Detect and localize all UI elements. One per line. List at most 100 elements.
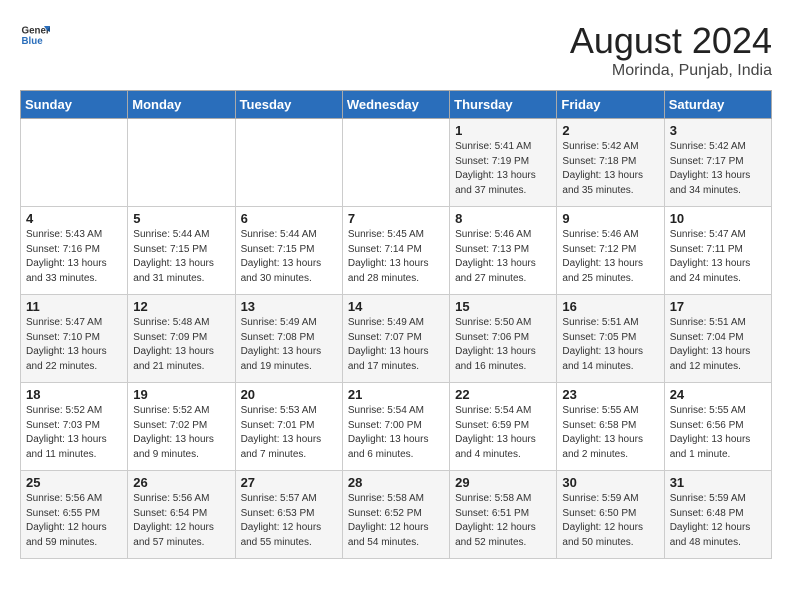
calendar-cell: 8 Sunrise: 5:46 AM Sunset: 7:13 PM Daylig… <box>450 207 557 295</box>
day-number: 8 <box>455 211 551 226</box>
weekday-sunday: Sunday <box>21 91 128 119</box>
page-header: General Blue August 2024 Morinda, Punjab… <box>20 20 772 80</box>
day-number: 29 <box>455 475 551 490</box>
day-number: 23 <box>562 387 658 402</box>
day-number: 24 <box>670 387 766 402</box>
day-number: 1 <box>455 123 551 138</box>
day-number: 10 <box>670 211 766 226</box>
calendar-cell: 13 Sunrise: 5:49 AM Sunset: 7:08 PM Dayli… <box>235 295 342 383</box>
day-number: 14 <box>348 299 444 314</box>
logo-icon: General Blue <box>20 20 50 50</box>
week-row-2: 4Sunrise: 5:43 AM Sunset: 7:16 PM Daylig… <box>21 207 772 295</box>
week-row-3: 11 Sunrise: 5:47 AM Sunset: 7:10 PM Dayli… <box>21 295 772 383</box>
calendar-cell: 28 Sunrise: 5:58 AM Sunset: 6:52 PM Dayli… <box>342 471 449 559</box>
cell-content: Sunrise: 5:52 AM Sunset: 7:03 PM Dayligh… <box>26 404 122 462</box>
cell-content: Sunrise: 5:55 AM Sunset: 6:58 PM Dayligh… <box>562 404 658 462</box>
calendar-cell <box>342 119 449 207</box>
calendar-cell: 14 Sunrise: 5:49 AM Sunset: 7:07 PM Dayli… <box>342 295 449 383</box>
cell-content: Sunrise: 5:44 AM Sunset: 7:15 PM Dayligh… <box>241 228 337 286</box>
day-number: 19 <box>133 387 229 402</box>
cell-content: Sunrise: 5:59 AM Sunset: 6:48 PM Dayligh… <box>670 492 766 550</box>
day-number: 2 <box>562 123 658 138</box>
day-number: 17 <box>670 299 766 314</box>
calendar-cell: 17 Sunrise: 5:51 AM Sunset: 7:04 PM Dayli… <box>664 295 771 383</box>
day-number: 11 <box>26 299 122 314</box>
day-number: 28 <box>348 475 444 490</box>
calendar-cell: 26 Sunrise: 5:56 AM Sunset: 6:54 PM Dayli… <box>128 471 235 559</box>
calendar-cell: 20 Sunrise: 5:53 AM Sunset: 7:01 PM Dayli… <box>235 383 342 471</box>
calendar-cell: 15Sunrise: 5:50 AM Sunset: 7:06 PM Dayli… <box>450 295 557 383</box>
location: Morinda, Punjab, India <box>570 62 772 80</box>
cell-content: Sunrise: 5:46 AM Sunset: 7:12 PM Dayligh… <box>562 228 658 286</box>
cell-content: Sunrise: 5:54 AM Sunset: 7:00 PM Dayligh… <box>348 404 444 462</box>
cell-content: Sunrise: 5:43 AM Sunset: 7:16 PM Dayligh… <box>26 228 122 286</box>
calendar-cell: 23 Sunrise: 5:55 AM Sunset: 6:58 PM Dayli… <box>557 383 664 471</box>
cell-content: Sunrise: 5:51 AM Sunset: 7:05 PM Dayligh… <box>562 316 658 374</box>
calendar-table: SundayMondayTuesdayWednesdayThursdayFrid… <box>20 90 772 559</box>
cell-content: Sunrise: 5:53 AM Sunset: 7:01 PM Dayligh… <box>241 404 337 462</box>
day-number: 6 <box>241 211 337 226</box>
calendar-cell: 9 Sunrise: 5:46 AM Sunset: 7:12 PM Daylig… <box>557 207 664 295</box>
calendar-cell: 2 Sunrise: 5:42 AM Sunset: 7:18 PM Daylig… <box>557 119 664 207</box>
calendar-cell: 22 Sunrise: 5:54 AM Sunset: 6:59 PM Dayli… <box>450 383 557 471</box>
calendar-cell: 1 Sunrise: 5:41 AM Sunset: 7:19 PM Daylig… <box>450 119 557 207</box>
calendar-cell: 7 Sunrise: 5:45 AM Sunset: 7:14 PM Daylig… <box>342 207 449 295</box>
calendar-cell: 5Sunrise: 5:44 AM Sunset: 7:15 PM Daylig… <box>128 207 235 295</box>
weekday-thursday: Thursday <box>450 91 557 119</box>
calendar-cell: 29Sunrise: 5:58 AM Sunset: 6:51 PM Dayli… <box>450 471 557 559</box>
day-number: 31 <box>670 475 766 490</box>
calendar-cell: 19 Sunrise: 5:52 AM Sunset: 7:02 PM Dayli… <box>128 383 235 471</box>
week-row-5: 25Sunrise: 5:56 AM Sunset: 6:55 PM Dayli… <box>21 471 772 559</box>
weekday-tuesday: Tuesday <box>235 91 342 119</box>
day-number: 12 <box>133 299 229 314</box>
cell-content: Sunrise: 5:48 AM Sunset: 7:09 PM Dayligh… <box>133 316 229 374</box>
calendar-cell: 27 Sunrise: 5:57 AM Sunset: 6:53 PM Dayli… <box>235 471 342 559</box>
cell-content: Sunrise: 5:41 AM Sunset: 7:19 PM Dayligh… <box>455 140 551 198</box>
logo: General Blue <box>20 20 50 50</box>
calendar-cell: 16 Sunrise: 5:51 AM Sunset: 7:05 PM Dayli… <box>557 295 664 383</box>
cell-content: Sunrise: 5:42 AM Sunset: 7:18 PM Dayligh… <box>562 140 658 198</box>
cell-content: Sunrise: 5:59 AM Sunset: 6:50 PM Dayligh… <box>562 492 658 550</box>
cell-content: Sunrise: 5:58 AM Sunset: 6:52 PM Dayligh… <box>348 492 444 550</box>
cell-content: Sunrise: 5:55 AM Sunset: 6:56 PM Dayligh… <box>670 404 766 462</box>
cell-content: Sunrise: 5:47 AM Sunset: 7:11 PM Dayligh… <box>670 228 766 286</box>
day-number: 16 <box>562 299 658 314</box>
weekday-wednesday: Wednesday <box>342 91 449 119</box>
calendar-cell: 4Sunrise: 5:43 AM Sunset: 7:16 PM Daylig… <box>21 207 128 295</box>
day-number: 20 <box>241 387 337 402</box>
day-number: 26 <box>133 475 229 490</box>
day-number: 7 <box>348 211 444 226</box>
cell-content: Sunrise: 5:47 AM Sunset: 7:10 PM Dayligh… <box>26 316 122 374</box>
day-number: 21 <box>348 387 444 402</box>
calendar-cell: 11 Sunrise: 5:47 AM Sunset: 7:10 PM Dayli… <box>21 295 128 383</box>
day-number: 13 <box>241 299 337 314</box>
week-row-1: 1 Sunrise: 5:41 AM Sunset: 7:19 PM Daylig… <box>21 119 772 207</box>
cell-content: Sunrise: 5:56 AM Sunset: 6:54 PM Dayligh… <box>133 492 229 550</box>
cell-content: Sunrise: 5:56 AM Sunset: 6:55 PM Dayligh… <box>26 492 122 550</box>
calendar-cell: 3 Sunrise: 5:42 AM Sunset: 7:17 PM Daylig… <box>664 119 771 207</box>
cell-content: Sunrise: 5:42 AM Sunset: 7:17 PM Dayligh… <box>670 140 766 198</box>
calendar-cell: 30Sunrise: 5:59 AM Sunset: 6:50 PM Dayli… <box>557 471 664 559</box>
week-row-4: 18Sunrise: 5:52 AM Sunset: 7:03 PM Dayli… <box>21 383 772 471</box>
cell-content: Sunrise: 5:49 AM Sunset: 7:08 PM Dayligh… <box>241 316 337 374</box>
calendar-cell: 18Sunrise: 5:52 AM Sunset: 7:03 PM Dayli… <box>21 383 128 471</box>
cell-content: Sunrise: 5:51 AM Sunset: 7:04 PM Dayligh… <box>670 316 766 374</box>
cell-content: Sunrise: 5:54 AM Sunset: 6:59 PM Dayligh… <box>455 404 551 462</box>
day-number: 9 <box>562 211 658 226</box>
day-number: 3 <box>670 123 766 138</box>
day-number: 15 <box>455 299 551 314</box>
day-number: 27 <box>241 475 337 490</box>
calendar-cell: 6 Sunrise: 5:44 AM Sunset: 7:15 PM Daylig… <box>235 207 342 295</box>
day-number: 5 <box>133 211 229 226</box>
calendar-cell <box>21 119 128 207</box>
cell-content: Sunrise: 5:49 AM Sunset: 7:07 PM Dayligh… <box>348 316 444 374</box>
cell-content: Sunrise: 5:52 AM Sunset: 7:02 PM Dayligh… <box>133 404 229 462</box>
weekday-saturday: Saturday <box>664 91 771 119</box>
cell-content: Sunrise: 5:46 AM Sunset: 7:13 PM Dayligh… <box>455 228 551 286</box>
day-number: 22 <box>455 387 551 402</box>
month-year: August 2024 <box>570 20 772 62</box>
calendar-cell: 31 Sunrise: 5:59 AM Sunset: 6:48 PM Dayli… <box>664 471 771 559</box>
cell-content: Sunrise: 5:57 AM Sunset: 6:53 PM Dayligh… <box>241 492 337 550</box>
weekday-friday: Friday <box>557 91 664 119</box>
cell-content: Sunrise: 5:45 AM Sunset: 7:14 PM Dayligh… <box>348 228 444 286</box>
